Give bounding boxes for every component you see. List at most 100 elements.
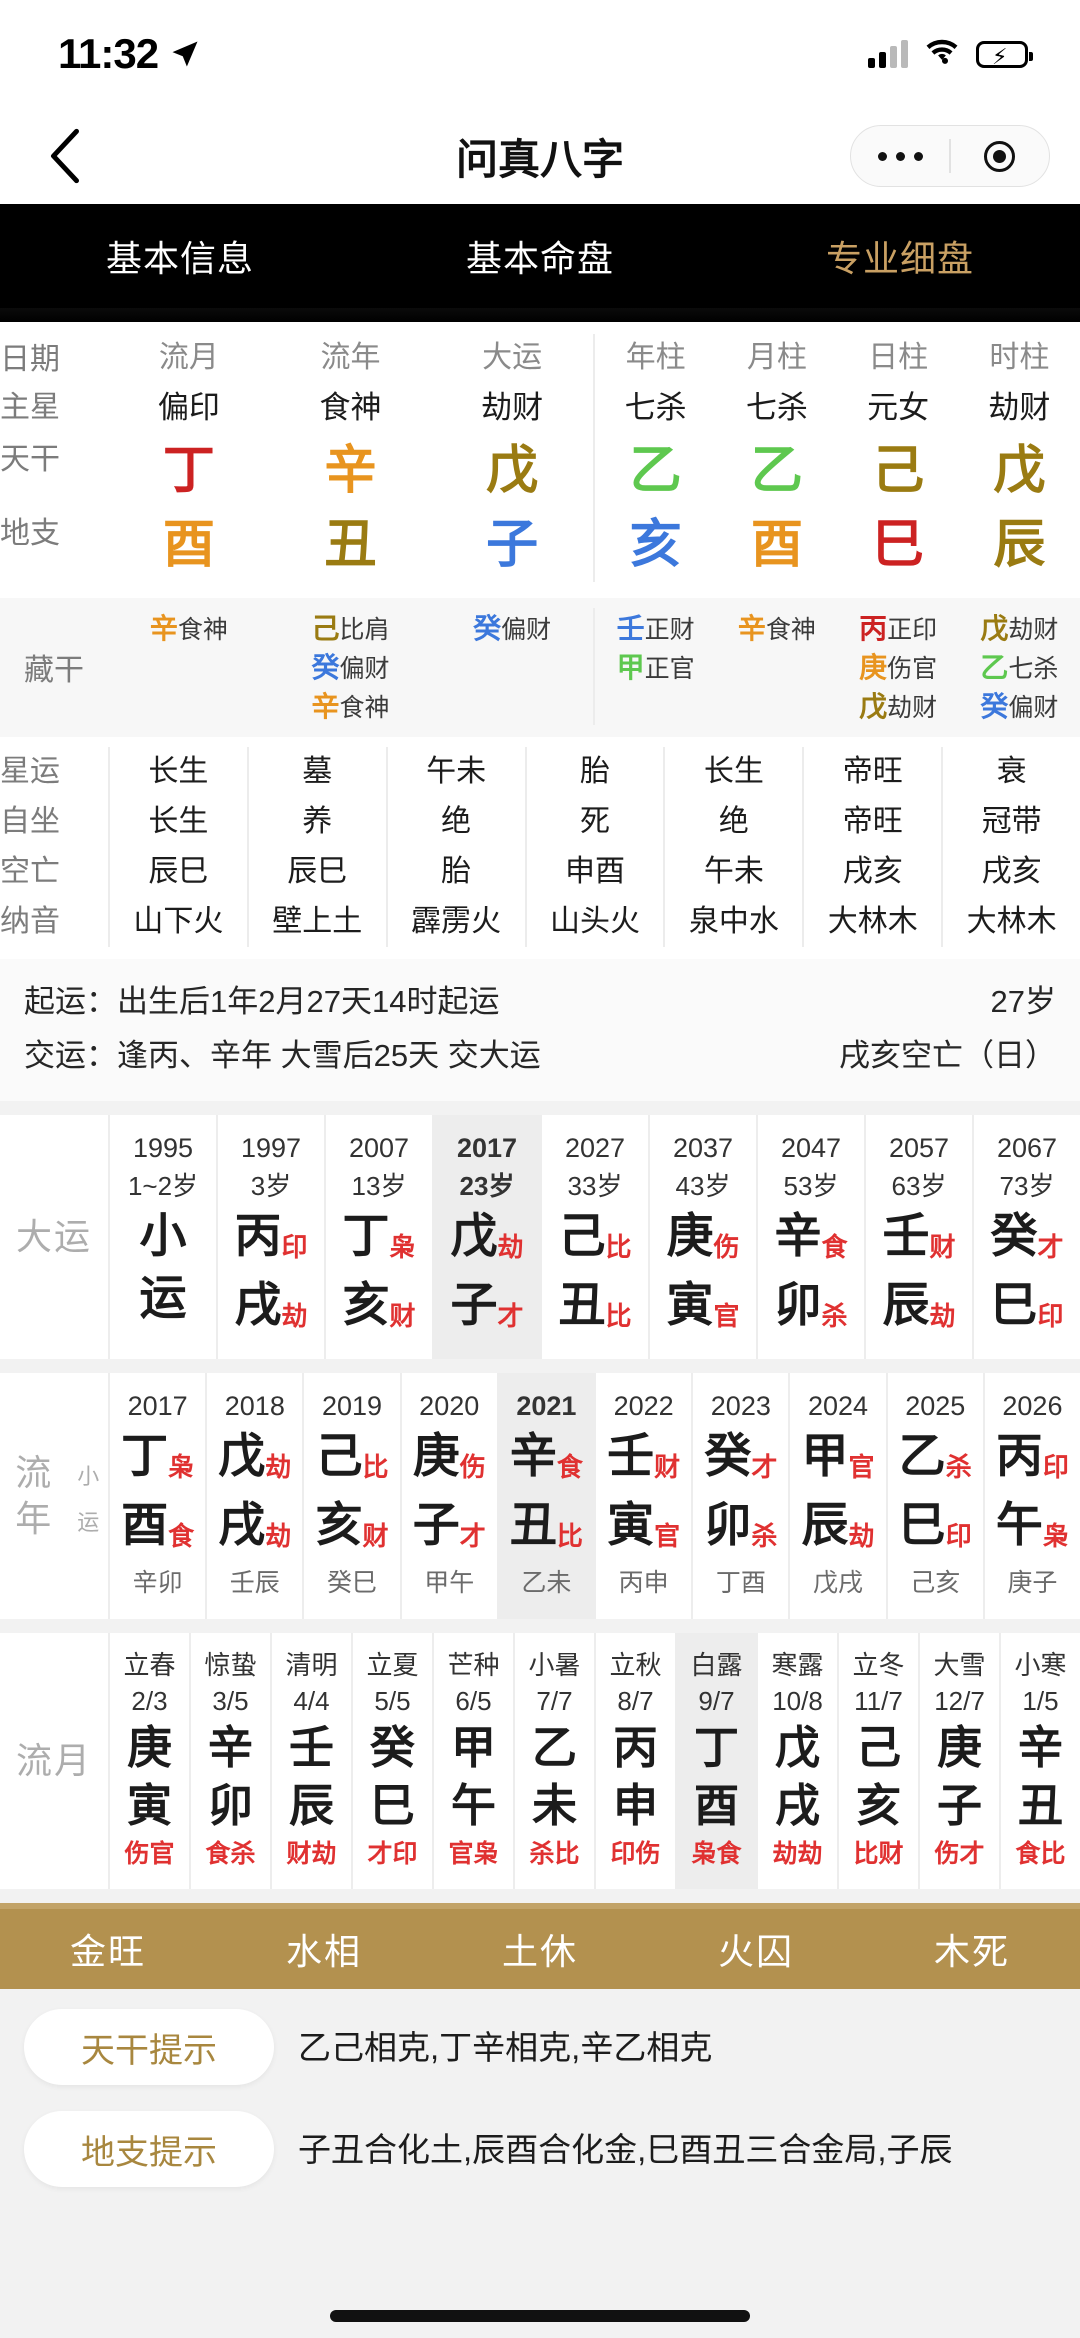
hidden-stem-god: 食神 bbox=[765, 616, 816, 644]
tab-bar[interactable]: 基本信息 基本命盘 专业细盘 bbox=[0, 204, 1080, 308]
more-dots-icon[interactable] bbox=[851, 151, 949, 161]
liuyue-branch-0: 寅 bbox=[126, 1780, 172, 1831]
tip-chip-tiangan[interactable]: 天干提示 bbox=[24, 2009, 274, 2085]
liunian-cell-1[interactable]: 2018 戊劫 戌劫 壬辰 bbox=[205, 1373, 302, 1619]
tip-text-dizhi: 子丑合化土,辰酉合化金,巳酉丑三合金局,子辰 bbox=[298, 2131, 953, 2168]
god-label: 比 bbox=[605, 1232, 632, 1262]
dayun-cell-7[interactable]: 2057 63岁 壬财 辰劫 bbox=[864, 1115, 972, 1359]
liunian-year-4: 2021 bbox=[516, 1391, 577, 1421]
liuyue-stem-8: 戊 bbox=[774, 1722, 820, 1773]
dayun-lane[interactable]: 大运 1995 1~2岁小运 1997 3岁 丙印 戌劫 2007 13岁 丁枭 亥财 2017 23… bbox=[0, 1115, 1080, 1359]
liuyue-cell-1[interactable]: 惊蛰 3/5 辛卯食杀 bbox=[189, 1633, 270, 1889]
hidden-stem-char: 戊 bbox=[859, 691, 888, 722]
liuyue-cell-8[interactable]: 寒露 10/8 戊戌劫劫 bbox=[756, 1633, 837, 1889]
liunian-cell-4[interactable]: 2021 辛食 丑比 乙未 bbox=[496, 1373, 595, 1619]
liuyue-cell-10[interactable]: 大雪 12/7 庚子伤才 bbox=[918, 1633, 999, 1889]
star-column-6: 衰冠带 戌亥 大林木 bbox=[941, 747, 1080, 947]
pillar-transient-stem-1: 辛 bbox=[324, 442, 377, 500]
liunian-cell-0[interactable]: 2017 丁枭 酉食 辛卯 bbox=[108, 1373, 205, 1619]
liuyue-cell-7[interactable]: 白露 9/7 丁酉枭食 bbox=[675, 1633, 756, 1889]
pillar-natal-stem-3: 戊 bbox=[993, 442, 1046, 500]
hidden-stem-god: 食神 bbox=[177, 616, 228, 644]
god-label: 劫 bbox=[929, 1301, 956, 1331]
tip-heavenly-stems: 天干提示 乙己相克,丁辛相克,辛乙相克 bbox=[0, 2009, 1080, 2111]
tab-basic-chart[interactable]: 基本命盘 bbox=[360, 230, 720, 282]
liunian-cell-7[interactable]: 2024 甲官 辰劫 戊戌 bbox=[788, 1373, 885, 1619]
liunian-branch-0: 酉食 bbox=[121, 1498, 195, 1551]
pillar-natal-branch-3: 辰 bbox=[993, 516, 1046, 574]
liuyue-cell-0[interactable]: 立春 2/3 庚寅伤官 bbox=[108, 1633, 189, 1889]
miniprogram-capsule[interactable] bbox=[850, 125, 1050, 187]
liunian-xiaoyun-5: 丙申 bbox=[618, 1569, 669, 1597]
dayun-stem-4: 己比 bbox=[558, 1209, 632, 1262]
tip-chip-dizhi[interactable]: 地支提示 bbox=[24, 2111, 274, 2187]
liunian-xiaoyun-9: 庚子 bbox=[1007, 1569, 1058, 1597]
liuyue-stem-9: 己 bbox=[855, 1722, 901, 1773]
tab-basic-info[interactable]: 基本信息 bbox=[0, 230, 360, 282]
liunian-cell-8[interactable]: 2025 乙杀 巳印 己亥 bbox=[885, 1373, 983, 1619]
dayun-cell-8[interactable]: 2067 73岁 癸才 巳印 bbox=[972, 1115, 1080, 1359]
pillar-transient-stem-0: 丁 bbox=[162, 442, 215, 500]
liunian-cell-2[interactable]: 2019 己比 亥财 癸巳 bbox=[302, 1373, 399, 1619]
liuyue-cell-11[interactable]: 小寒 1/5 辛丑食比 bbox=[999, 1633, 1080, 1889]
liuyue-cell-6[interactable]: 立秋 8/7 丙申印伤 bbox=[594, 1633, 675, 1889]
liuyue-term-10: 大雪 bbox=[933, 1650, 986, 1680]
liuyue-branch-3: 巳 bbox=[369, 1780, 415, 1831]
dayun-cell-1[interactable]: 1997 3岁 丙印 戌劫 bbox=[216, 1115, 324, 1359]
pillar-natal-header-3: 时柱 bbox=[989, 341, 1050, 374]
dayun-branch-3: 子才 bbox=[450, 1278, 524, 1331]
qiyun-section: 起运：出生后1年2月27天14时起运 27岁 交运：逢丙、辛年 大雪后25天 交… bbox=[0, 959, 1080, 1101]
hidden-stem-god: 劫财 bbox=[887, 694, 938, 722]
liunian-cell-5[interactable]: 2022 壬财 寅官 丙申 bbox=[594, 1373, 691, 1619]
liunian-cell-6[interactable]: 2023 癸才 卯杀 丁酉 bbox=[691, 1373, 788, 1619]
liunian-cell-9[interactable]: 2026 丙印 午枭 庚子 bbox=[982, 1373, 1080, 1619]
star-column-2: 午未绝胎霹雳火 bbox=[385, 747, 525, 947]
liuyue-lane[interactable]: 流月 立春 2/3 庚寅伤官 惊蛰 3/5 辛卯食杀 清明 4/4 壬辰财劫 立夏 5/5 癸巳才印芒… bbox=[0, 1633, 1080, 1889]
liuyue-term-4: 芒种 bbox=[447, 1650, 500, 1680]
liuyue-cell-3[interactable]: 立夏 5/5 癸巳才印 bbox=[351, 1633, 432, 1889]
dayun-cell-0[interactable]: 1995 1~2岁小运 bbox=[108, 1115, 216, 1359]
hidden-stem-char: 癸 bbox=[980, 691, 1009, 722]
hidden-stem-god: 偏财 bbox=[339, 655, 390, 683]
god-label: 劫 bbox=[281, 1301, 308, 1331]
pillar-transient-column-2: 大运 劫财戊子 bbox=[431, 334, 593, 582]
hidden-stem-char: 庚 bbox=[859, 652, 888, 683]
dayun-year-2: 2007 bbox=[348, 1133, 410, 1163]
pillar-transient-stem-2: 戊 bbox=[486, 442, 539, 500]
liuyue-cell-9[interactable]: 立冬 11/7 己亥比财 bbox=[837, 1633, 918, 1889]
dayun-cell-4[interactable]: 2027 33岁 己比 丑比 bbox=[540, 1115, 648, 1359]
god-label: 食 bbox=[168, 1521, 195, 1551]
star-kongwang-6: 戌亥 bbox=[981, 855, 1042, 888]
god-label: 杀 bbox=[751, 1521, 778, 1551]
dayun-cell-2[interactable]: 2007 13岁 丁枭 亥财 bbox=[324, 1115, 432, 1359]
dayun-cell-5[interactable]: 2037 43岁 庚伤 寅官 bbox=[648, 1115, 756, 1359]
god-label: 印 bbox=[1042, 1452, 1069, 1482]
star-nayin-4: 泉中水 bbox=[688, 905, 779, 938]
star-kongwang-5: 戌亥 bbox=[842, 855, 903, 888]
tab-professional-chart[interactable]: 专业细盘 bbox=[720, 230, 1080, 282]
dayun-cell-3[interactable]: 2017 23岁 戊劫 子才 bbox=[432, 1115, 540, 1359]
hidden-stem-god: 正财 bbox=[644, 616, 695, 644]
liunian-lane[interactable]: 流年 小运 2017 丁枭 酉食 辛卯 2018 戊劫 戌劫 壬辰 2019 己比 亥财 癸巳 2020… bbox=[0, 1373, 1080, 1619]
liuyue-term-6: 立秋 bbox=[609, 1650, 662, 1680]
dayun-cells[interactable]: 1995 1~2岁小运 1997 3岁 丙印 戌劫 2007 13岁 丁枭 亥财 2017 23岁 戊劫… bbox=[108, 1115, 1080, 1359]
pillar-natal-header-2: 日柱 bbox=[868, 341, 929, 374]
liunian-cell-3[interactable]: 2020 庚伤 子才 甲午 bbox=[399, 1373, 497, 1619]
pillar-transient-header-0: 流月 bbox=[158, 341, 219, 374]
hidden-natal-item-0-0: 壬正财 bbox=[617, 612, 695, 647]
liuyue-date-3: 5/5 bbox=[374, 1686, 411, 1716]
dayun-branch-4: 丑比 bbox=[558, 1278, 632, 1331]
hidden-natal-column-1: 辛食神 bbox=[716, 608, 837, 725]
dayun-cell-6[interactable]: 2047 53岁 辛食 卯杀 bbox=[756, 1115, 864, 1359]
liuyue-date-7: 9/7 bbox=[698, 1686, 735, 1716]
liuyue-cells[interactable]: 立春 2/3 庚寅伤官 惊蛰 3/5 辛卯食杀 清明 4/4 壬辰财劫 立夏 5/5 癸巳才印 芒种 6/… bbox=[108, 1633, 1080, 1889]
liuyue-cell-2[interactable]: 清明 4/4 壬辰财劫 bbox=[270, 1633, 351, 1889]
liuyue-cell-4[interactable]: 芒种 6/5 甲午官枭 bbox=[432, 1633, 513, 1889]
liuyue-cell-5[interactable]: 小暑 7/7 乙未杀比 bbox=[513, 1633, 594, 1889]
star-zizuo-2: 绝 bbox=[441, 805, 472, 838]
back-button[interactable] bbox=[30, 121, 100, 191]
liunian-cells[interactable]: 2017 丁枭 酉食 辛卯 2018 戊劫 戌劫 壬辰 2019 己比 亥财 癸巳 2020 庚伤 子才 甲午… bbox=[108, 1373, 1080, 1619]
close-miniprogram-button[interactable] bbox=[951, 140, 1049, 172]
liunian-stem-2: 己比 bbox=[315, 1429, 389, 1482]
dayun-age-2: 13岁 bbox=[351, 1171, 407, 1201]
